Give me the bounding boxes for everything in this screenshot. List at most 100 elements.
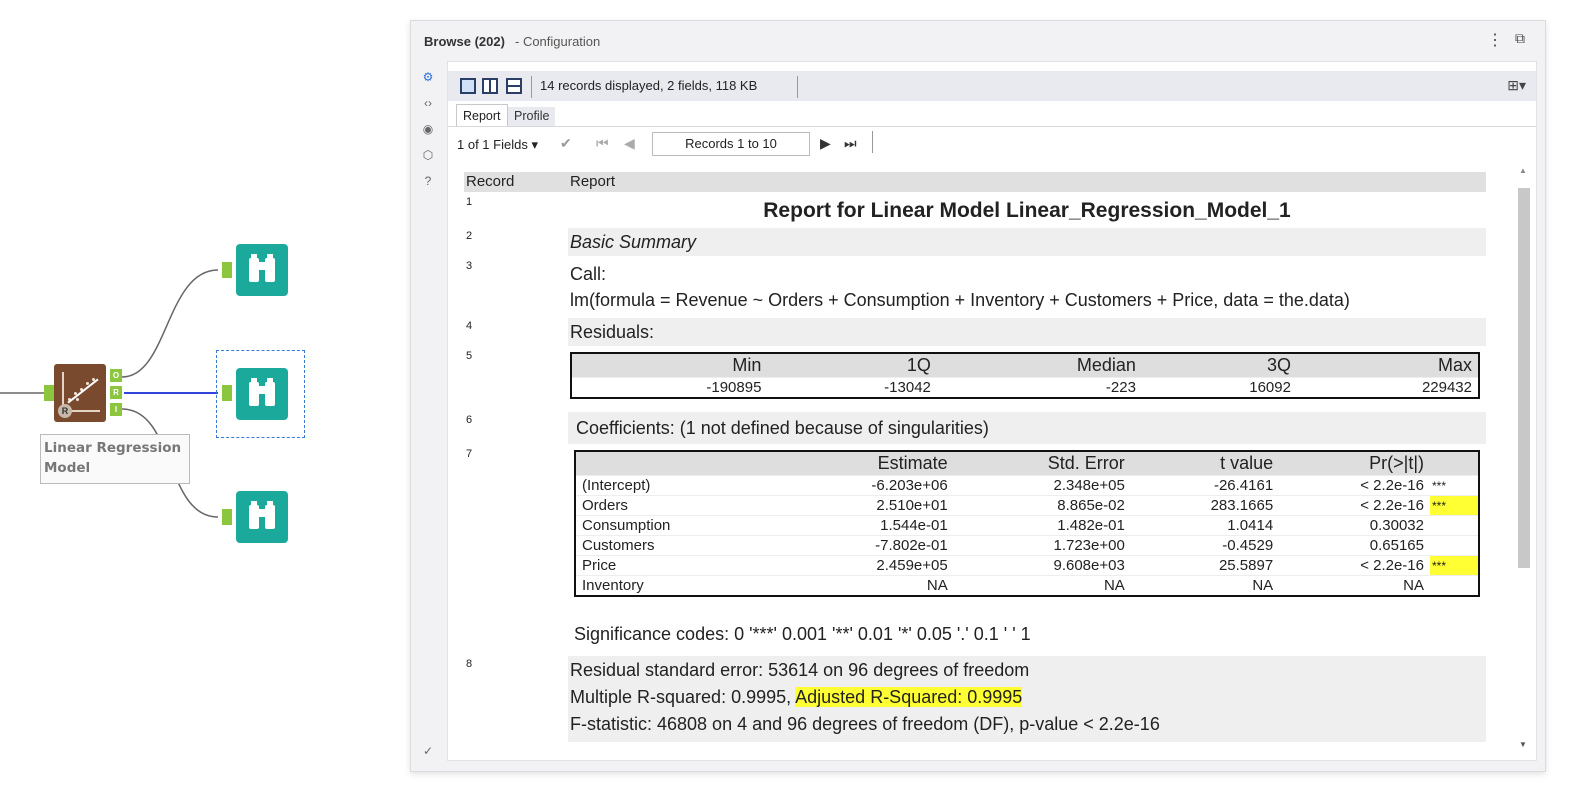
linear-regression-tool[interactable]: R bbox=[54, 364, 116, 422]
report-row-6[interactable]: 6 Coefficients: (1 not defined because o… bbox=[464, 412, 1486, 444]
code-icon[interactable]: ‹› bbox=[420, 95, 436, 111]
vertical-scrollbar[interactable]: ▲ ▼ bbox=[1516, 166, 1530, 754]
coef-value: 0.30032 bbox=[1279, 515, 1430, 536]
records-toolbar: 1 of 1 Fields ▾ ✔ ⏮ ◀ Records 1 to 10 ▶ … bbox=[448, 126, 1536, 161]
first-record-icon[interactable]: ⏮ bbox=[596, 135, 609, 152]
residual-value: -190895 bbox=[571, 377, 768, 398]
coef-header bbox=[1430, 451, 1479, 476]
report-row-2[interactable]: 2 Basic Summary bbox=[464, 228, 1486, 256]
coefficient-row: Price 2.459e+05 9.608e+03 25.5897 < 2.2e-16 *… bbox=[575, 555, 1479, 576]
coef-stars: *** bbox=[1430, 495, 1479, 516]
coef-stars bbox=[1430, 575, 1479, 596]
coef-value: 1.482e-01 bbox=[953, 515, 1131, 536]
scrollbar-thumb[interactable] bbox=[1518, 188, 1530, 568]
browse-tool-1[interactable] bbox=[236, 244, 288, 296]
help-icon[interactable]: ? bbox=[420, 173, 436, 189]
split-horizontal-icon[interactable] bbox=[506, 78, 522, 94]
browse-panel: Browse (202) - Configuration ⋮ ⧉ ⚙ ‹› ◉ … bbox=[410, 20, 1546, 772]
tag-icon[interactable]: ⬡ bbox=[420, 147, 436, 163]
browse-1-input-anchor[interactable] bbox=[222, 262, 232, 278]
residual-value: 16092 bbox=[1141, 377, 1297, 398]
single-view-icon[interactable] bbox=[460, 78, 476, 94]
coefficients-table: Estimate Std. Error t value Pr(>|t|) (In… bbox=[574, 450, 1480, 597]
split-vertical-icon[interactable] bbox=[482, 78, 498, 94]
coef-term: (Intercept) bbox=[575, 475, 778, 496]
coef-value: 2.510e+01 bbox=[778, 495, 954, 516]
report-row-5[interactable]: 5 Min 1Q Median 3Q Max -190895 -13042 -2… bbox=[464, 348, 1486, 410]
fields-selector[interactable]: 1 of 1 Fields ▾ bbox=[457, 137, 538, 153]
config-sidebar: ⚙ ‹› ◉ ⬡ ? ✓ bbox=[411, 61, 445, 771]
coefficient-row: Orders 2.510e+01 8.865e-02 283.1665 < 2.2e-1… bbox=[575, 495, 1479, 516]
tab-profile[interactable]: Profile bbox=[508, 107, 556, 126]
coef-term: Orders bbox=[575, 495, 778, 516]
row-number: 6 bbox=[466, 414, 473, 426]
row-number: 2 bbox=[466, 230, 473, 242]
workflow-canvas[interactable]: R O R I Linear Regression Model bbox=[0, 0, 410, 806]
adjusted-r-squared: Adjusted R-Squared: 0.9995 bbox=[795, 687, 1023, 707]
gear-icon[interactable]: ⚙ bbox=[420, 69, 436, 85]
linear-regression-icon: R bbox=[54, 364, 106, 422]
tab-report[interactable]: Report bbox=[456, 104, 508, 127]
report-row-7[interactable]: 7 Estimate Std. Error t value Pr(>|t|) (… bbox=[464, 446, 1486, 654]
residual-standard-error: Residual standard error: 53614 on 96 deg… bbox=[570, 660, 1030, 680]
last-record-icon[interactable]: ⏭ bbox=[844, 135, 857, 152]
coef-value: NA bbox=[1279, 575, 1430, 596]
call-label: Call: bbox=[570, 264, 607, 284]
coef-value: 1.723e+00 bbox=[953, 535, 1131, 556]
check-circle-icon[interactable]: ✓ bbox=[420, 743, 436, 759]
view-toolbar: 14 records displayed, 2 fields, 118 KB ⊞… bbox=[448, 71, 1536, 101]
coef-value: < 2.2e-16 bbox=[1279, 555, 1430, 576]
r-squared-line: Multiple R-squared: 0.9995, Adjusted R-S… bbox=[570, 687, 1023, 708]
residual-header: Min bbox=[571, 353, 768, 378]
output-anchor-i[interactable]: I bbox=[110, 403, 122, 416]
browse-tool-2[interactable] bbox=[236, 368, 288, 420]
coef-stars bbox=[1430, 535, 1479, 556]
coef-stars: *** bbox=[1430, 475, 1479, 496]
checkmark-icon[interactable]: ✔ bbox=[560, 135, 572, 152]
browse-2-input-anchor[interactable] bbox=[222, 385, 232, 401]
coef-stars bbox=[1430, 515, 1479, 536]
residual-value: -13042 bbox=[767, 377, 937, 398]
report-row-3[interactable]: 3 Call: lm(formula = Revenue ~ Orders + … bbox=[464, 258, 1486, 316]
annotation-icon[interactable]: ◉ bbox=[420, 121, 436, 137]
undock-icon[interactable]: ⧉ bbox=[1515, 30, 1525, 47]
next-record-icon[interactable]: ▶ bbox=[820, 135, 831, 152]
prev-record-icon[interactable]: ◀ bbox=[624, 135, 635, 152]
row-number: 7 bbox=[466, 448, 473, 460]
coef-stars: *** bbox=[1430, 555, 1479, 576]
more-options-icon[interactable]: ⋮ bbox=[1487, 30, 1503, 50]
report-header: Record Report bbox=[464, 172, 1486, 192]
add-view-icon[interactable]: ⊞▾ bbox=[1507, 77, 1526, 94]
scroll-up-icon[interactable]: ▲ bbox=[1519, 166, 1527, 175]
tool-label: Linear Regression Model bbox=[40, 434, 190, 484]
output-anchor-r[interactable]: R bbox=[110, 386, 122, 399]
coef-value: NA bbox=[778, 575, 954, 596]
coefficients-label: Coefficients: (1 not defined because of … bbox=[576, 418, 989, 438]
coef-header: Std. Error bbox=[953, 451, 1131, 476]
records-range-box[interactable]: Records 1 to 10 bbox=[652, 132, 810, 156]
browse-content: 14 records displayed, 2 fields, 118 KB ⊞… bbox=[447, 61, 1537, 761]
coef-value: NA bbox=[1130, 575, 1280, 596]
report-row-4[interactable]: 4 Residuals: bbox=[464, 318, 1486, 346]
residuals-label: Residuals: bbox=[570, 322, 655, 342]
output-anchor-o[interactable]: O bbox=[110, 369, 122, 382]
coef-value: < 2.2e-16 bbox=[1279, 475, 1430, 496]
coefficient-row: Inventory NA NA NA NA bbox=[575, 575, 1479, 596]
coef-term: Customers bbox=[575, 535, 778, 556]
report-row-1[interactable]: 1 Report for Linear Model Linear_Regress… bbox=[464, 194, 1486, 226]
call-formula: lm(formula = Revenue ~ Orders + Consumpt… bbox=[570, 290, 1350, 310]
browse-3-input-anchor[interactable] bbox=[222, 509, 232, 525]
row-number: 8 bbox=[466, 658, 473, 670]
row-number: 4 bbox=[466, 320, 473, 332]
residual-value: 229432 bbox=[1296, 377, 1479, 398]
scroll-down-icon[interactable]: ▼ bbox=[1519, 740, 1527, 749]
input-anchor[interactable] bbox=[44, 385, 54, 401]
report-row-8[interactable]: 8 Residual standard error: 53614 on 96 d… bbox=[464, 656, 1486, 742]
coef-header: Pr(>|t|) bbox=[1279, 451, 1430, 476]
browse-tool-3[interactable] bbox=[236, 491, 288, 543]
coef-value: -26.4161 bbox=[1130, 475, 1280, 496]
residual-header: Max bbox=[1296, 353, 1479, 378]
coef-term: Price bbox=[575, 555, 778, 576]
report-column-header: Report bbox=[570, 173, 616, 190]
residual-value: -223 bbox=[936, 377, 1142, 398]
